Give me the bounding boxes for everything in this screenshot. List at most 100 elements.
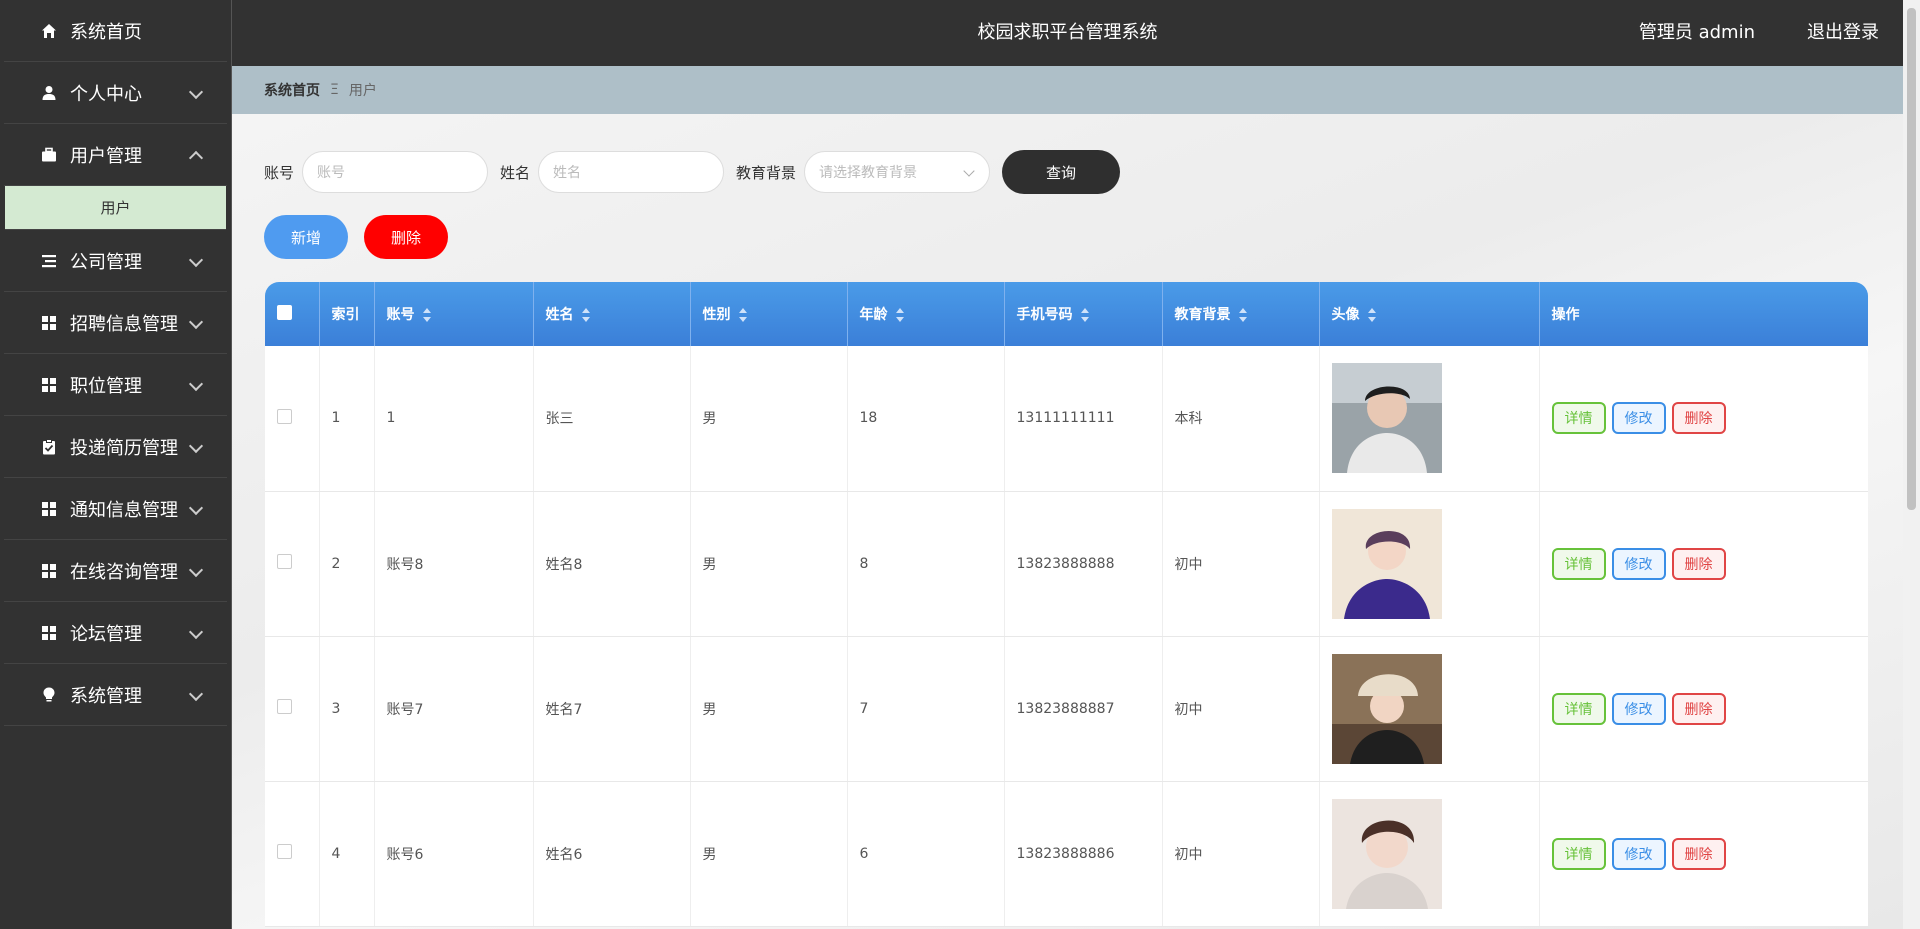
delete-button[interactable]: 删除 (1671, 837, 1726, 870)
sidebar-item-system[interactable]: 系统管理 (4, 664, 227, 726)
cell-education: 初中 (1162, 491, 1320, 637)
sidebar-item-recruitment[interactable]: 招聘信息管理 (4, 292, 227, 354)
sort-icon[interactable] (1238, 308, 1247, 322)
column-header-label: 教育背景 (1174, 307, 1231, 323)
sort-icon[interactable] (422, 308, 431, 322)
cell-actions: 详情 修改 删除 (1539, 346, 1868, 492)
batch-delete-button[interactable]: 删除 (364, 215, 448, 259)
row-select-cell (265, 636, 320, 782)
row-checkbox[interactable] (277, 699, 292, 714)
cell-gender: 男 (690, 491, 848, 637)
column-header-avatar[interactable]: 头像 (1319, 282, 1540, 346)
detail-button[interactable]: 详情 (1551, 402, 1606, 435)
column-header-index: 索引 (319, 282, 375, 346)
detail-button[interactable]: 详情 (1551, 547, 1606, 580)
delete-button[interactable]: 删除 (1671, 547, 1726, 580)
cell-actions: 详情 修改 删除 (1539, 781, 1868, 927)
breadcrumb-separator-icon: Ξ (330, 82, 339, 98)
cell-phone: 13823888886 (1004, 781, 1163, 927)
sidebar-item-consult[interactable]: 在线咨询管理 (4, 540, 227, 602)
cell-gender: 男 (690, 636, 848, 782)
edit-button[interactable]: 修改 (1611, 692, 1666, 725)
sidebar-item-home[interactable]: 系统首页 (4, 0, 227, 62)
lightbulb-icon (41, 687, 57, 703)
chevron-down-icon (188, 562, 204, 577)
delete-button[interactable]: 删除 (1671, 402, 1726, 435)
cell-name: 姓名8 (533, 491, 691, 637)
edit-button[interactable]: 修改 (1611, 837, 1666, 870)
sidebar-item-label: 在线咨询管理 (70, 561, 178, 583)
edit-button[interactable]: 修改 (1611, 547, 1666, 580)
page-scrollbar[interactable] (1903, 0, 1920, 929)
sidebar-item-notice[interactable]: 通知信息管理 (4, 478, 227, 540)
cell-age: 8 (847, 491, 1005, 637)
table-row: 2 账号8 姓名8 男 8 13823888888 初中 详情 修改 删除 (265, 491, 1868, 637)
cell-education: 初中 (1162, 636, 1320, 782)
scrollbar-thumb[interactable] (1907, 8, 1916, 510)
add-button[interactable]: 新增 (264, 215, 348, 259)
education-label: 教育背景 (736, 163, 797, 182)
sort-icon[interactable] (1367, 308, 1376, 322)
clipboard-check-icon (41, 438, 57, 455)
cell-actions: 详情 修改 删除 (1539, 491, 1868, 637)
column-header-name[interactable]: 姓名 (533, 282, 691, 346)
cell-gender: 男 (690, 346, 848, 492)
sidebar-menu: 系统首页 个人中心 用户管理 用户 公司管理 招聘信息管理 职位管理 投递简历管… (4, 0, 227, 726)
chevron-down-icon (963, 165, 975, 177)
cell-actions: 详情 修改 删除 (1539, 636, 1868, 782)
breadcrumb: 系统首页 Ξ 用户 (232, 66, 1903, 114)
row-checkbox[interactable] (277, 408, 292, 424)
cell-phone: 13823888887 (1004, 636, 1163, 782)
detail-button[interactable]: 详情 (1551, 692, 1606, 725)
sidebar-subitem-user[interactable]: 用户 (5, 186, 226, 230)
cell-avatar (1319, 636, 1540, 782)
cell-age: 6 (847, 781, 1005, 927)
sort-icon[interactable] (581, 308, 590, 322)
avatar (1331, 798, 1442, 909)
sidebar-item-label: 论坛管理 (70, 623, 142, 645)
sidebar-item-company[interactable]: 公司管理 (4, 230, 227, 292)
grid-icon (41, 625, 57, 641)
sidebar-item-position[interactable]: 职位管理 (4, 354, 227, 416)
current-user: 管理员 admin (1638, 22, 1755, 43)
table-header-row: 索引 账号 姓名 性别 年龄 手机号码 教育背景 头像 操作 (265, 282, 1868, 346)
chevron-up-icon (188, 150, 204, 165)
row-checkbox[interactable] (277, 844, 292, 859)
education-select[interactable]: 请选择教育背景 (804, 151, 991, 193)
table-row: 3 账号7 姓名7 男 7 13823888887 初中 详情 修改 删除 (265, 636, 1868, 782)
edit-button[interactable]: 修改 (1611, 402, 1666, 435)
column-header-education[interactable]: 教育背景 (1162, 282, 1320, 346)
sidebar-item-forum[interactable]: 论坛管理 (4, 602, 227, 664)
column-header-age[interactable]: 年龄 (847, 282, 1005, 346)
education-select-placeholder: 请选择教育背景 (819, 165, 918, 181)
column-header-account[interactable]: 账号 (374, 282, 534, 346)
account-input[interactable]: 账号 (302, 151, 489, 193)
sidebar-item-label: 职位管理 (70, 375, 142, 397)
user-table: 索引 账号 姓名 性别 年龄 手机号码 教育背景 头像 操作 1 1 张三 男 … (265, 282, 1868, 927)
cell-education: 初中 (1162, 781, 1320, 927)
select-all-checkbox[interactable] (277, 304, 292, 320)
row-checkbox[interactable] (277, 554, 292, 569)
logout-link[interactable]: 退出登录 (1807, 0, 1879, 66)
cell-account: 账号7 (374, 636, 534, 782)
sidebar-item-profile[interactable]: 个人中心 (4, 62, 227, 124)
breadcrumb-home[interactable]: 系统首页 (264, 80, 320, 100)
column-header-label: 年龄 (859, 307, 888, 323)
cell-age: 18 (847, 346, 1005, 492)
column-header-label: 手机号码 (1016, 307, 1073, 323)
sidebar-item-user-management[interactable]: 用户管理 (4, 124, 227, 186)
delete-button[interactable]: 删除 (1671, 692, 1726, 725)
sort-icon[interactable] (895, 308, 904, 322)
sort-icon[interactable] (1080, 308, 1089, 322)
column-header-label: 性别 (702, 307, 731, 323)
query-button[interactable]: 查询 (1002, 150, 1121, 194)
name-input[interactable]: 姓名 (538, 151, 725, 193)
column-header-gender[interactable]: 性别 (690, 282, 848, 346)
cell-account: 1 (374, 346, 534, 492)
sidebar-item-resume[interactable]: 投递简历管理 (4, 416, 227, 478)
cell-phone: 13823888888 (1004, 491, 1163, 637)
detail-button[interactable]: 详情 (1551, 837, 1606, 870)
sort-icon[interactable] (738, 308, 747, 322)
column-header-phone[interactable]: 手机号码 (1004, 282, 1163, 346)
sidebar-item-label: 个人中心 (70, 83, 142, 105)
